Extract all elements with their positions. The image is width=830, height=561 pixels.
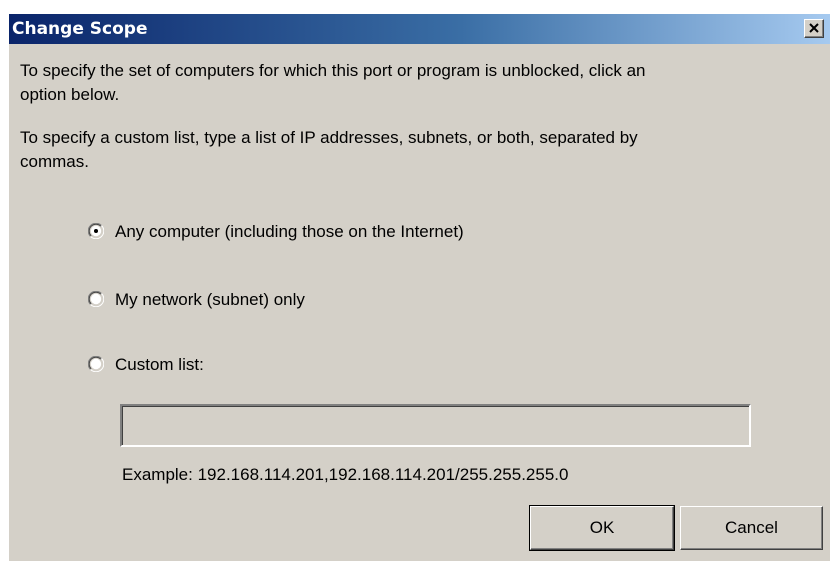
radio-label-any-computer[interactable]: Any computer (including those on the Int… — [115, 221, 464, 243]
custom-list-input[interactable] — [120, 404, 751, 447]
radio-label-my-network[interactable]: My network (subnet) only — [115, 289, 305, 311]
radio-my-network[interactable] — [88, 291, 104, 307]
close-icon — [809, 23, 819, 33]
ok-button[interactable]: OK — [529, 505, 675, 551]
radio-label-custom-list[interactable]: Custom list: — [115, 354, 204, 376]
radio-custom-list[interactable] — [88, 356, 104, 372]
cancel-button[interactable]: Cancel — [680, 506, 823, 550]
dialog-title: Change Scope — [12, 19, 148, 39]
custom-list-example: Example: 192.168.114.201,192.168.114.201… — [122, 465, 569, 484]
instruction-line-2b: commas. — [20, 152, 89, 171]
instruction-line-1b: option below. — [20, 85, 120, 104]
change-scope-dialog: Change Scope To specify the set of compu… — [8, 13, 830, 561]
close-button[interactable] — [804, 19, 824, 38]
radio-any-computer[interactable] — [88, 223, 104, 239]
instruction-line-1a: To specify the set of computers for whic… — [20, 61, 646, 80]
instruction-line-2a: To specify a custom list, type a list of… — [20, 128, 638, 147]
title-bar[interactable]: Change Scope — [9, 14, 830, 44]
